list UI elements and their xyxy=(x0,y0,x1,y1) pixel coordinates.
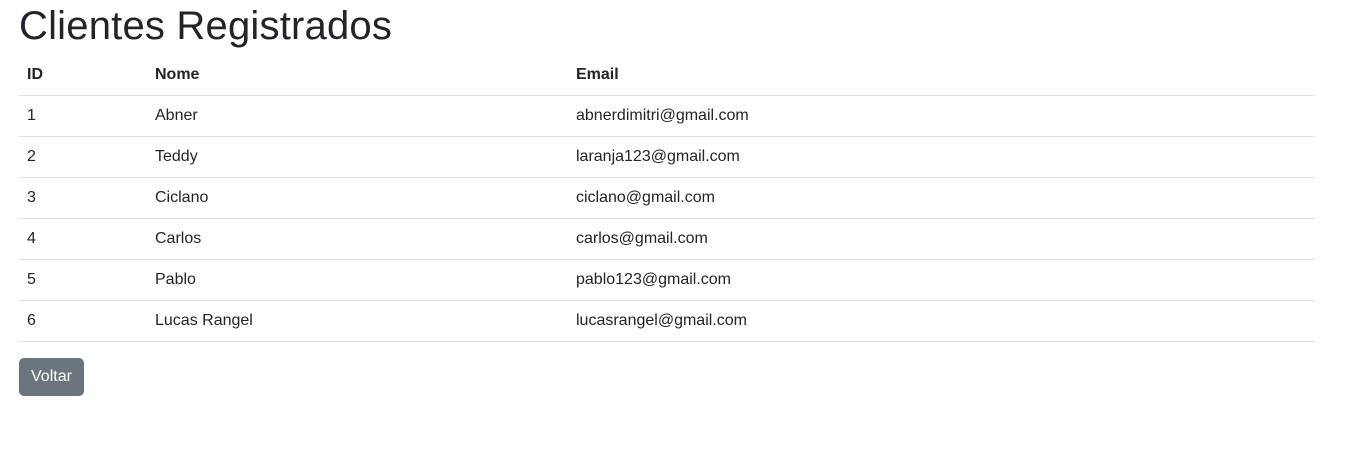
table-header: ID Nome Email xyxy=(19,55,1315,96)
cell-id: 2 xyxy=(19,136,147,178)
cell-nome: Lucas Rangel xyxy=(147,300,568,342)
cell-id: 3 xyxy=(19,177,147,219)
main-container: Clientes Registrados ID Nome Email 1 Abn… xyxy=(19,0,1315,396)
table-row: 5 Pablo pablo123@gmail.com xyxy=(19,259,1315,301)
back-button[interactable]: Voltar xyxy=(19,358,84,396)
column-header-email: Email xyxy=(568,55,1315,96)
cell-email: laranja123@gmail.com xyxy=(568,136,1315,178)
cell-email: abnerdimitri@gmail.com xyxy=(568,95,1315,137)
column-header-id: ID xyxy=(19,55,147,96)
cell-id: 4 xyxy=(19,218,147,260)
cell-nome: Pablo xyxy=(147,259,568,301)
table-row: 1 Abner abnerdimitri@gmail.com xyxy=(19,95,1315,137)
cell-id: 1 xyxy=(19,95,147,137)
cell-id: 5 xyxy=(19,259,147,301)
cell-email: carlos@gmail.com xyxy=(568,218,1315,260)
table-row: 3 Ciclano ciclano@gmail.com xyxy=(19,177,1315,219)
cell-nome: Carlos xyxy=(147,218,568,260)
table-row: 6 Lucas Rangel lucasrangel@gmail.com xyxy=(19,300,1315,342)
cell-email: lucasrangel@gmail.com xyxy=(568,300,1315,342)
table-body: 1 Abner abnerdimitri@gmail.com 2 Teddy l… xyxy=(19,95,1315,342)
cell-nome: Teddy xyxy=(147,136,568,178)
table-row: 4 Carlos carlos@gmail.com xyxy=(19,218,1315,260)
cell-nome: Ciclano xyxy=(147,177,568,219)
table-row: 2 Teddy laranja123@gmail.com xyxy=(19,136,1315,178)
table-header-row: ID Nome Email xyxy=(19,55,1315,96)
cell-email: pablo123@gmail.com xyxy=(568,259,1315,301)
cell-email: ciclano@gmail.com xyxy=(568,177,1315,219)
cell-nome: Abner xyxy=(147,95,568,137)
cell-id: 6 xyxy=(19,300,147,342)
clients-table: ID Nome Email 1 Abner abnerdimitri@gmail… xyxy=(19,55,1315,342)
column-header-nome: Nome xyxy=(147,55,568,96)
page-title: Clientes Registrados xyxy=(19,4,393,48)
